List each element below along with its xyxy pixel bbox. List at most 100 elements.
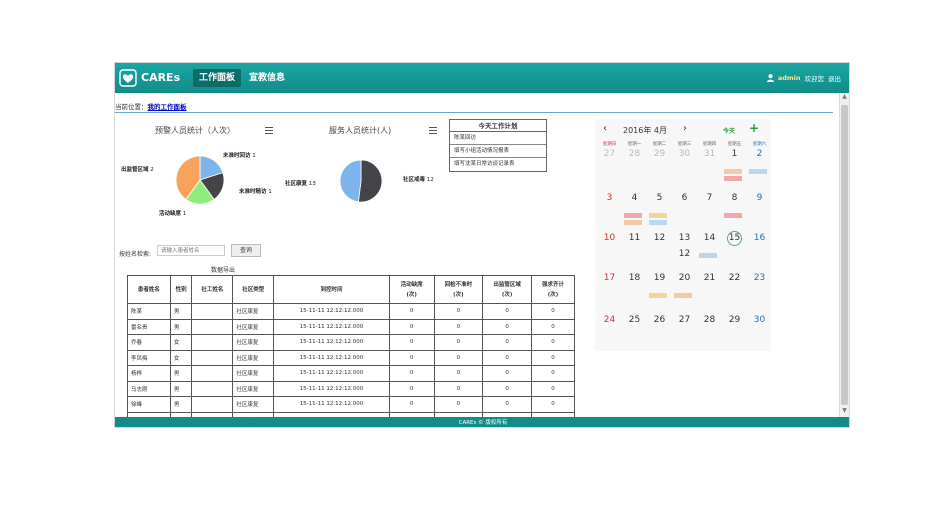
calendar-day[interactable]: 12	[647, 233, 672, 243]
service-chart-menu-icon[interactable]	[429, 127, 437, 134]
calendar-event-chip[interactable]	[749, 169, 767, 174]
table-row[interactable]: 马志刚男社区康复 15-11-11 12:12:12.000 0 0 0 0	[127, 380, 575, 397]
calendar-day[interactable]: 22	[722, 273, 747, 283]
calendar-day[interactable]: 4	[622, 193, 647, 203]
calendar-day[interactable]: 20	[672, 273, 697, 283]
table-cell: 社区康复	[232, 318, 275, 335]
table-row[interactable]: 乔春女社区康复 15-11-11 12:12:12.000 0 0 0 0	[127, 334, 575, 351]
calendar-event-chip[interactable]	[624, 213, 642, 218]
calendar-day[interactable]: 2	[747, 149, 772, 159]
calendar-day[interactable]: 9	[747, 193, 772, 203]
calendar-day[interactable]: 21	[697, 273, 722, 283]
table-cell: 0	[482, 396, 533, 413]
table-row[interactable]: 徐峰男社区康复 15-11-11 12:12:12.000 0 0 0 0	[127, 396, 575, 413]
column-header: 回检不准时 (次)	[433, 275, 484, 304]
logout-link[interactable]: 退出	[828, 73, 841, 83]
plan-item[interactable]: 陈某回访	[450, 132, 546, 145]
warning-chart-menu-icon[interactable]	[265, 127, 273, 134]
username[interactable]: admin	[778, 74, 801, 82]
calendar-event-chip[interactable]	[624, 220, 642, 225]
calendar-day[interactable]: 24	[597, 315, 622, 325]
calendar-day[interactable]: 12	[672, 249, 697, 259]
pie1-label-1: 未准时随访 1	[239, 187, 272, 195]
calendar-event-chip[interactable]	[649, 220, 667, 225]
calendar-day[interactable]: 29	[647, 149, 672, 159]
calendar-event-chip[interactable]	[649, 293, 667, 298]
calendar-day[interactable]: 28	[697, 315, 722, 325]
pie2-label-0: 社区康复 13	[285, 179, 316, 187]
calendar-day[interactable]: 27	[672, 315, 697, 325]
calendar-day[interactable]: 31	[697, 149, 722, 159]
column-header: 出监管区域 (次)	[482, 275, 533, 304]
calendar-event-chip[interactable]	[724, 213, 742, 218]
search-button[interactable]: 查询	[231, 244, 261, 257]
table-cell: 0	[482, 334, 533, 351]
search-input[interactable]	[157, 245, 225, 256]
table-row[interactable]: 杨桦男社区康复 15-11-11 12:12:12.000 0 0 0 0	[127, 365, 575, 382]
prev-month-icon[interactable]: ‹	[603, 123, 607, 134]
calendar-day[interactable]: 14	[697, 233, 722, 243]
tab-education-info[interactable]: 宣教信息	[243, 69, 291, 87]
table-cell: 男	[169, 365, 193, 382]
table-row[interactable]: 李凤梅女社区康复 15-11-11 12:12:12.000 0 0 0 0	[127, 349, 575, 366]
calendar-day[interactable]: 25	[622, 315, 647, 325]
calendar-day[interactable]: 29	[722, 315, 747, 325]
calendar-day[interactable]: 8	[722, 193, 747, 203]
scroll-down-icon[interactable]: ▼	[840, 407, 849, 417]
calendar-day[interactable]: 27	[597, 149, 622, 159]
calendar-day[interactable]: 1	[722, 149, 747, 159]
heart-logo-icon	[119, 69, 137, 87]
tab-work-panel[interactable]: 工作面板	[193, 69, 242, 87]
calendar-event-chip[interactable]	[649, 213, 667, 218]
table-row[interactable]: 陈某男社区康复 15-11-11 12:12:12.000 0 0 0 0	[127, 303, 575, 320]
calendar-event-chip[interactable]	[699, 253, 717, 258]
calendar-day[interactable]: 6	[672, 193, 697, 203]
pie2-label-1-name: 社区戒毒	[403, 177, 426, 183]
calendar-day[interactable]: 11	[622, 233, 647, 243]
table-cell: 徐峰	[127, 396, 171, 413]
plan-item[interactable]: 填写小组活动情况报表	[450, 145, 546, 158]
table-cell: 0	[388, 303, 435, 320]
top-nav-bar: CAREs 工作面板 宣教信息 admin 欢迎您 退出	[115, 63, 849, 93]
table-cell: 杨桦	[127, 365, 171, 382]
breadcrumb-current[interactable]: 我的工作面板	[148, 103, 187, 111]
calendar-day[interactable]: 28	[622, 149, 647, 159]
table-cell	[191, 396, 234, 413]
add-event-icon[interactable]: +	[749, 121, 759, 135]
calendar-day[interactable]: 18	[622, 273, 647, 283]
calendar-day[interactable]: 30	[672, 149, 697, 159]
pie1-label-3-value: 2	[150, 167, 154, 173]
calendar-day[interactable]: 23	[747, 273, 772, 283]
calendar-day[interactable]: 26	[647, 315, 672, 325]
breadcrumb-divider	[115, 112, 833, 113]
scroll-up-icon[interactable]: ▲	[840, 93, 849, 103]
table-cell	[191, 334, 234, 351]
table-row[interactable]: 雷名贵男社区康复 15-11-11 12:12:12.000 0 0 0 0	[127, 318, 575, 335]
pie2-slice-0[interactable]	[357, 159, 383, 203]
calendar-day[interactable]: 17	[597, 273, 622, 283]
calendar-day[interactable]: 19	[647, 273, 672, 283]
calendar-event-chip[interactable]	[724, 169, 742, 174]
export-link[interactable]: 数据导出	[211, 265, 235, 274]
pie2-slice-1[interactable]	[339, 159, 362, 203]
table-cell: 社区康复	[232, 380, 275, 397]
calendar-day[interactable]: 16	[747, 233, 772, 243]
vertical-scrollbar[interactable]: ▲ ▼	[839, 93, 849, 417]
calendar-event-chip[interactable]	[674, 293, 692, 298]
pie2-label-0-name: 社区康复	[285, 181, 308, 187]
calendar-event-chip[interactable]	[724, 176, 742, 181]
scrollbar-thumb[interactable]	[841, 105, 848, 405]
table-cell: 0	[531, 303, 575, 320]
column-header: 社工姓名	[191, 275, 234, 304]
calendar-day[interactable]: 30	[747, 315, 772, 325]
table-cell: 陈某	[127, 303, 171, 320]
calendar-day[interactable]: 10	[597, 233, 622, 243]
calendar-day[interactable]: 13	[672, 233, 697, 243]
calendar-day[interactable]: 5	[647, 193, 672, 203]
today-button[interactable]: 今天	[723, 126, 735, 135]
plan-item[interactable]: 填写沈某日常访谈记录表	[450, 158, 546, 171]
calendar-day[interactable]: 3	[597, 193, 622, 203]
calendar-day[interactable]: 7	[697, 193, 722, 203]
table-cell: 15-11-11 12:12:12.000	[273, 349, 390, 366]
next-month-icon[interactable]: ›	[683, 123, 687, 134]
